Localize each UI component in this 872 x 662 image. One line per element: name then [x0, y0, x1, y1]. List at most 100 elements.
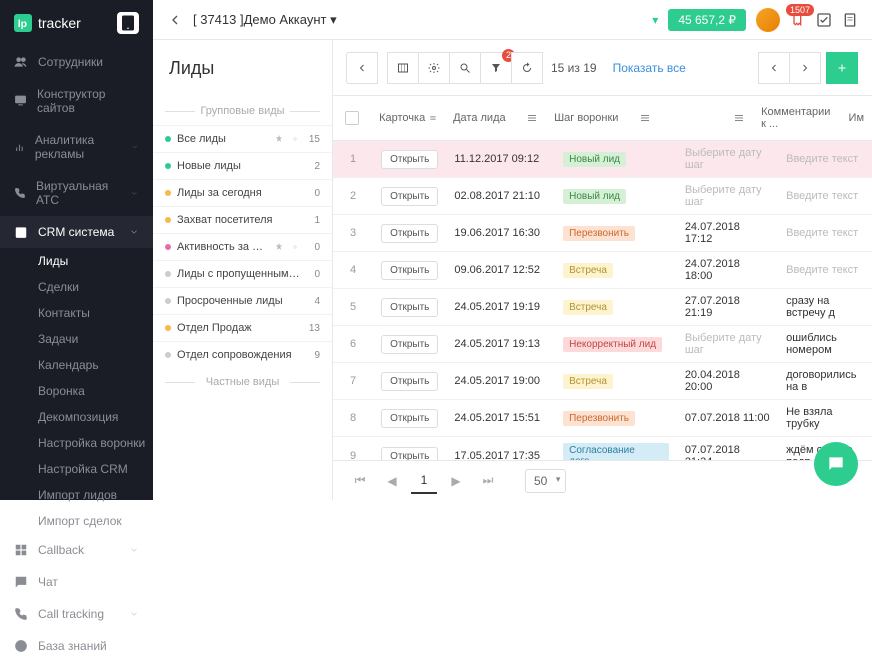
view-item[interactable]: Все лиды15 [153, 125, 332, 152]
view-item[interactable]: Захват посетителя1 [153, 206, 332, 233]
refresh-button[interactable] [511, 52, 543, 84]
table-row[interactable]: 8Открыть24.05.2017 15:51Перезвонить07.07… [333, 400, 872, 437]
subnav-Задачи[interactable]: Задачи [38, 326, 153, 352]
col-comment[interactable]: Комментарии к ... [753, 96, 840, 140]
view-item[interactable]: Новые лиды2 [153, 152, 332, 179]
table-row[interactable]: 1Открыть11.12.2017 09:12Новый лидВыберит… [333, 141, 872, 178]
chart-icon [14, 142, 25, 153]
subnav-Настройка CRM[interactable]: Настройка CRM [38, 456, 153, 482]
col-stage[interactable]: Шаг воронки [546, 96, 659, 140]
table-row[interactable]: 5Открыть24.05.2017 19:19Встреча27.07.201… [333, 289, 872, 326]
table-row[interactable]: 3Открыть19.06.2017 16:30Перезвонить24.07… [333, 215, 872, 252]
balance-badge[interactable]: 45 657,2 ₽ [668, 9, 746, 31]
private-views-header: Частные виды [153, 368, 332, 396]
view-item[interactable]: Лиды с пропущенными ...0 [153, 260, 332, 287]
subnav-Импорт лидов[interactable]: Импорт лидов [38, 482, 153, 508]
subnav-Календарь[interactable]: Календарь [38, 352, 153, 378]
subnav-Настройка воронки[interactable]: Настройка воронки [38, 430, 153, 456]
table-row[interactable]: 6Открыть24.05.2017 19:13Некорректный лид… [333, 326, 872, 363]
show-all-link[interactable]: Показать все [613, 61, 686, 75]
view-item[interactable]: Активность за сегодня0 [153, 233, 332, 260]
subnav-Декомпозиция[interactable]: Декомпозиция [38, 404, 153, 430]
add-button[interactable] [826, 52, 858, 84]
view-item[interactable]: Отдел сопровождения9 [153, 341, 332, 368]
chevron-down-icon [129, 609, 139, 619]
search-button[interactable] [449, 52, 481, 84]
page-title: Лиды [153, 40, 332, 97]
nav-Аналитика рекламы[interactable]: Аналитика рекламы [0, 124, 153, 170]
calendar-icon [14, 225, 28, 239]
notifications-icon[interactable]: 1507 [790, 10, 806, 29]
table-row[interactable]: 9Открыть17.05.2017 17:35Согласование дог… [333, 437, 872, 460]
toolbar: 2 15 из 19 Показать все [333, 40, 872, 96]
view-item[interactable]: Отдел Продаж13 [153, 314, 332, 341]
nav-Чат[interactable]: Чат [0, 566, 153, 598]
nav-База знаний[interactable]: База знаний [0, 630, 153, 662]
subnav-Импорт сделок[interactable]: Импорт сделок [38, 508, 153, 534]
view-item[interactable]: Просроченные лиды4 [153, 287, 332, 314]
help-icon [14, 639, 28, 653]
next-page-button[interactable] [789, 52, 821, 84]
col-name[interactable]: Им [841, 96, 872, 140]
gear-icon [290, 242, 300, 252]
subnav-Воронка[interactable]: Воронка [38, 378, 153, 404]
open-button[interactable]: Открыть [381, 409, 438, 428]
phone-icon [14, 607, 28, 621]
chevron-down-icon [129, 545, 139, 555]
chevron-down-icon [131, 143, 139, 151]
view-item[interactable]: Лиды за сегодня0 [153, 179, 332, 206]
nav-Виртуальная АТС[interactable]: Виртуальная АТС [0, 170, 153, 216]
nav-Call tracking[interactable]: Call tracking [0, 598, 153, 630]
table-row[interactable]: 2Открыть02.08.2017 21:10Новый лидВыберит… [333, 178, 872, 215]
avatar[interactable] [756, 8, 780, 32]
open-button[interactable]: Открыть [381, 224, 438, 243]
open-button[interactable]: Открыть [381, 335, 438, 354]
pager-page[interactable]: 1 [411, 468, 437, 494]
table-row[interactable]: 4Открыть09.06.2017 12:52Встреча24.07.201… [333, 252, 872, 289]
page-size-select[interactable]: 50 [525, 469, 566, 493]
pager-last-icon[interactable]: ⏭ [475, 468, 501, 494]
open-button[interactable]: Открыть [381, 150, 438, 169]
account-selector[interactable]: [ 37413 ]Демо Аккаунт ▾ [193, 12, 337, 28]
pager-next-icon[interactable]: ▶ [443, 468, 469, 494]
pager-prev-icon[interactable]: ◀ [379, 468, 405, 494]
pager-first-icon[interactable]: ⏮ [347, 468, 373, 494]
columns-button[interactable] [387, 52, 419, 84]
check-icon[interactable] [816, 12, 832, 28]
filter-button[interactable]: 2 [480, 52, 512, 84]
subnav-Сделки[interactable]: Сделки [38, 274, 153, 300]
col-date[interactable]: Дата лида [445, 96, 546, 140]
nav-Сотрудники[interactable]: Сотрудники [0, 46, 153, 78]
document-icon[interactable] [842, 12, 858, 28]
col-extra[interactable] [659, 96, 753, 140]
group-views-header: Групповые виды [153, 97, 332, 125]
open-button[interactable]: Открыть [381, 447, 438, 461]
nav-Конструктор сайтов[interactable]: Конструктор сайтов [0, 78, 153, 124]
subnav-Контакты[interactable]: Контакты [38, 300, 153, 326]
toolbar-back-button[interactable] [346, 52, 378, 84]
nav-CRM система[interactable]: CRM система [0, 216, 153, 248]
chat-fab[interactable] [814, 442, 858, 486]
pin-icon [274, 134, 284, 144]
select-all-checkbox[interactable] [345, 111, 359, 125]
open-button[interactable]: Открыть [381, 298, 438, 317]
gear-icon [290, 134, 300, 144]
chat-icon [14, 575, 28, 589]
logo-icon: lp [14, 14, 32, 32]
open-button[interactable]: Открыть [381, 187, 438, 206]
grid-icon [14, 543, 28, 557]
settings-button[interactable] [418, 52, 450, 84]
prev-page-button[interactable] [758, 52, 790, 84]
open-button[interactable]: Открыть [381, 372, 438, 391]
table-row[interactable]: 7Открыть24.05.2017 19:00Встреча20.04.201… [333, 363, 872, 400]
chevron-down-icon [129, 227, 139, 237]
open-button[interactable]: Открыть [381, 261, 438, 280]
subnav-Лиды[interactable]: Лиды [38, 248, 153, 274]
nav-Callback[interactable]: Callback [0, 534, 153, 566]
back-icon[interactable] [167, 12, 183, 28]
pin-icon [274, 242, 284, 252]
phone-app-icon[interactable] [117, 12, 139, 34]
chevron-down-icon [130, 189, 139, 198]
count-text: 15 из 19 [551, 61, 597, 75]
col-card[interactable]: Карточка [371, 96, 445, 140]
